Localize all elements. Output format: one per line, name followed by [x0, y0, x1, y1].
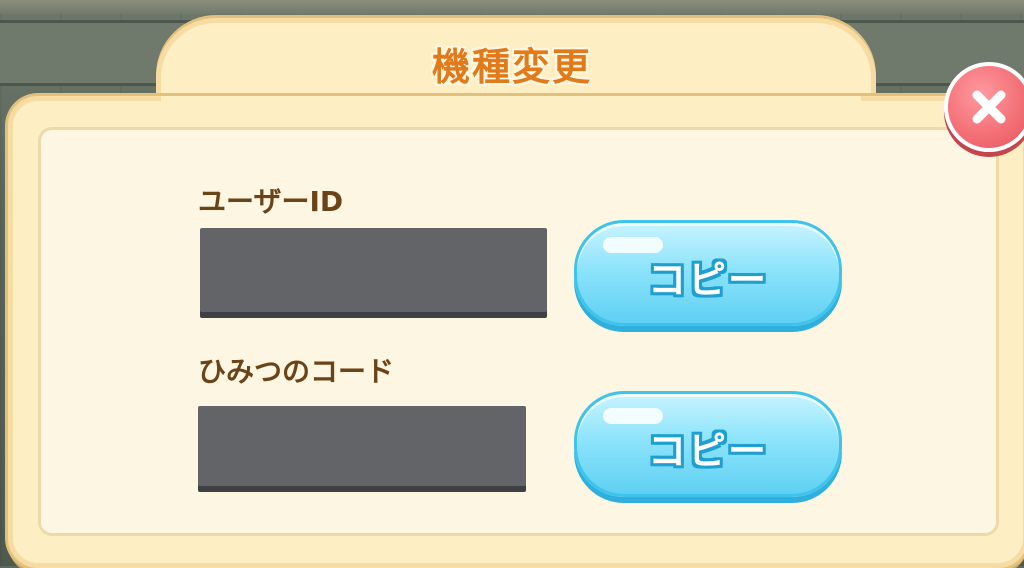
copy-user-id-button[interactable]: コピー [574, 220, 842, 326]
user-id-field [200, 228, 547, 312]
close-icon [972, 90, 1006, 124]
dialog-title: 機種変更 [431, 45, 592, 89]
close-button[interactable] [944, 62, 1024, 152]
secret-code-field [198, 406, 526, 486]
copy-secret-code-label: コピー [647, 429, 768, 473]
secret-code-label: ひみつのコード [198, 355, 395, 388]
copy-user-id-label: コピー [647, 258, 768, 302]
copy-secret-code-button[interactable]: コピー [574, 391, 842, 497]
background-edge [0, 0, 1024, 14]
user-id-label: ユーザーID [198, 185, 344, 218]
